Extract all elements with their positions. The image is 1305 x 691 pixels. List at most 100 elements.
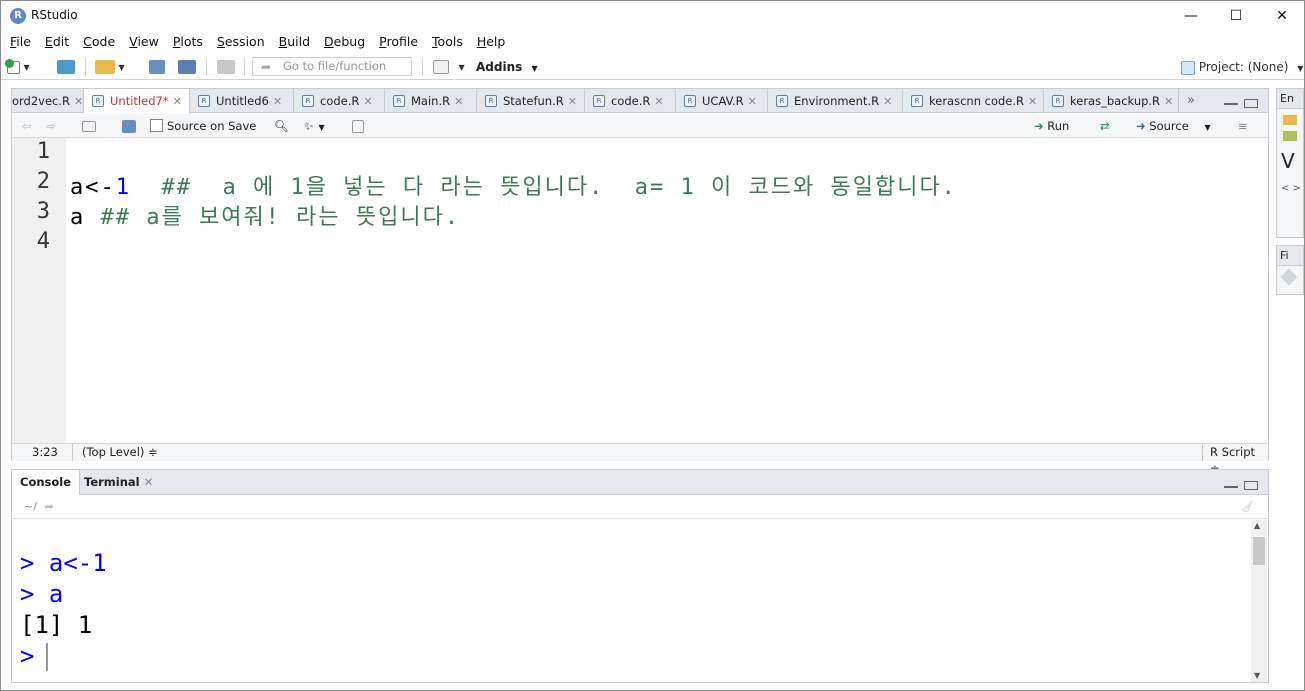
console-prompt: >	[20, 642, 35, 670]
tab-main[interactable]: R Main.R ✕	[385, 89, 477, 113]
menu-tools[interactable]: Tools	[432, 32, 463, 52]
project-menu[interactable]: Project: (None) ▼	[1181, 58, 1303, 76]
menu-file[interactable]: File	[10, 32, 31, 52]
minimize-button[interactable]: —	[1168, 1, 1214, 31]
chevron-down-icon: ▼	[531, 64, 538, 73]
close-tab-icon[interactable]: ✕	[568, 95, 577, 108]
menu-code[interactable]: Code	[83, 32, 115, 52]
menu-build[interactable]: Build	[279, 32, 310, 52]
go-to-file-input[interactable]: ➦ Go to file/function	[252, 57, 412, 76]
folder-icon	[1283, 115, 1297, 125]
chevron-down-icon: ▼	[1204, 123, 1211, 132]
tab-code[interactable]: R code.R ✕	[294, 89, 385, 113]
new-file-button[interactable]: ▼	[5, 58, 30, 76]
scroll-arrows-icon[interactable]: < >	[1277, 173, 1303, 194]
outline-icon[interactable]: ≡	[1238, 117, 1248, 135]
print-button[interactable]	[217, 58, 235, 76]
minimize-pane-icon[interactable]	[1224, 96, 1238, 110]
chevron-down-icon: ▼	[23, 63, 30, 72]
menu-debug[interactable]: Debug	[324, 32, 365, 52]
close-tab-icon[interactable]: ✕	[1028, 95, 1037, 108]
tab-keras-backup[interactable]: R keras_backup.R ✕	[1044, 89, 1179, 113]
magic-wand-icon[interactable]: ✨︎ ▼	[304, 117, 325, 135]
menu-profile[interactable]: Profile	[379, 32, 418, 52]
close-tab-icon[interactable]: ✕	[173, 95, 182, 108]
menu-session[interactable]: Session	[217, 32, 265, 52]
close-tab-icon[interactable]: ✕	[654, 95, 663, 108]
minimize-pane-icon[interactable]	[1224, 479, 1238, 493]
broom-icon	[1283, 131, 1297, 141]
rstudio-logo-icon: R	[10, 8, 26, 24]
menu-help[interactable]: Help	[477, 32, 506, 52]
close-tab-icon[interactable]: ✕	[883, 95, 892, 108]
tab-ucav[interactable]: R UCAV.R ✕	[676, 89, 768, 113]
go-to-directory-icon[interactable]: ➦	[44, 500, 53, 513]
files-pane[interactable]: Fi	[1276, 245, 1304, 295]
tab-kerascnn[interactable]: R kerascnn code.R ✕	[903, 89, 1044, 113]
tab-statefun[interactable]: R Statefun.R ✕	[477, 89, 585, 113]
forward-arrow-icon[interactable]: ⇨	[46, 117, 56, 135]
console-input-line[interactable]: >	[20, 642, 49, 671]
files-toolbar-icon	[1280, 268, 1298, 286]
new-file-icon	[5, 58, 20, 74]
source-on-save-checkbox[interactable]: Source on Save	[150, 117, 256, 135]
close-tab-icon[interactable]: ✕	[748, 95, 757, 108]
files-tab[interactable]: Fi	[1277, 246, 1303, 266]
r-file-icon: R	[684, 95, 696, 107]
maximize-pane-icon[interactable]	[1244, 478, 1258, 492]
more-tabs-icon[interactable]: »	[1187, 93, 1195, 108]
close-tab-icon[interactable]: ✕	[363, 95, 372, 108]
environment-tab[interactable]: En	[1277, 89, 1303, 109]
editor-tab-strip: ord2vec.R ✕ R Untitled7* ✕ R Untitled6 ✕ R …	[12, 89, 1268, 114]
tab-terminal[interactable]: Terminal ✕	[76, 470, 161, 495]
tab-untitled6[interactable]: R Untitled6 ✕	[190, 89, 294, 113]
tab-environment[interactable]: R Environment.R ✕	[768, 89, 903, 113]
close-tab-icon[interactable]: ✕	[454, 95, 463, 108]
menu-view[interactable]: View	[129, 32, 159, 52]
r-file-icon: R	[593, 95, 605, 107]
open-file-button[interactable]: ▼	[95, 58, 125, 76]
save-button[interactable]	[149, 58, 165, 76]
show-in-window-icon[interactable]	[82, 117, 96, 135]
addins-button[interactable]: Addins ▼	[476, 58, 538, 76]
environment-pane[interactable]: En V < >	[1276, 88, 1304, 238]
menu-plots[interactable]: Plots	[173, 32, 203, 52]
maximize-pane-icon[interactable]	[1244, 96, 1258, 110]
source-button[interactable]: ➜ Source ▼	[1136, 117, 1211, 135]
console-scrollbar[interactable]: ▲ ▼	[1251, 520, 1267, 682]
scrollbar-thumb[interactable]	[1253, 537, 1265, 565]
code-comment: ## a 에 1을 넣는 다 라는 뜻입니다. a= 1 이 코드와 동일합니다…	[131, 175, 957, 200]
search-icon[interactable]: 🔍︎	[274, 117, 289, 135]
scroll-down-icon[interactable]: ▼	[1254, 671, 1260, 680]
console-output[interactable]: > a<-1 > a [1] 1 >	[12, 520, 1250, 682]
rerun-icon[interactable]: ⇄	[1100, 117, 1110, 135]
back-arrow-icon[interactable]: ⇦	[22, 117, 32, 135]
code-line-2: a<-1 ## a 에 1을 넣는 다 라는 뜻입니다. a= 1 이 코드와 …	[70, 169, 957, 201]
tab-console[interactable]: Console	[12, 470, 81, 495]
clear-console-icon[interactable]: 🧹︎	[1240, 495, 1254, 519]
close-button[interactable]: ✕	[1259, 1, 1305, 31]
tab-code-2[interactable]: R code.R ✕	[585, 89, 676, 113]
compile-report-icon[interactable]	[352, 117, 364, 135]
grid-layout-icon	[433, 60, 449, 74]
code-area[interactable]: a<-1 ## a 에 1을 넣는 다 라는 뜻입니다. a= 1 이 코드와 …	[66, 138, 1268, 443]
tab-ord2vec[interactable]: ord2vec.R ✕	[0, 89, 84, 113]
close-tab-icon[interactable]: ✕	[74, 95, 83, 108]
chevron-down-icon: ▼	[1297, 64, 1304, 73]
r-file-icon: R	[302, 95, 314, 107]
close-tab-icon[interactable]: ✕	[1164, 95, 1173, 108]
new-project-button[interactable]	[57, 58, 75, 76]
save-all-button[interactable]	[178, 58, 196, 76]
scope-selector[interactable]: (Top Level) ≑	[82, 444, 158, 461]
maximize-button[interactable]: ☐	[1213, 1, 1259, 31]
menu-edit[interactable]: Edit	[45, 32, 69, 52]
layout-button[interactable]: ▼	[433, 58, 465, 76]
run-button[interactable]: ➜ Run	[1034, 117, 1069, 135]
save-icon[interactable]	[122, 117, 136, 135]
tab-untitled7[interactable]: R Untitled7* ✕	[84, 89, 190, 114]
close-tab-icon[interactable]: ✕	[273, 95, 282, 108]
scroll-up-icon[interactable]: ▲	[1254, 521, 1260, 530]
close-tab-icon[interactable]: ✕	[144, 475, 154, 489]
run-label: Run	[1047, 119, 1070, 133]
chevron-down-icon: ▼	[118, 63, 125, 72]
